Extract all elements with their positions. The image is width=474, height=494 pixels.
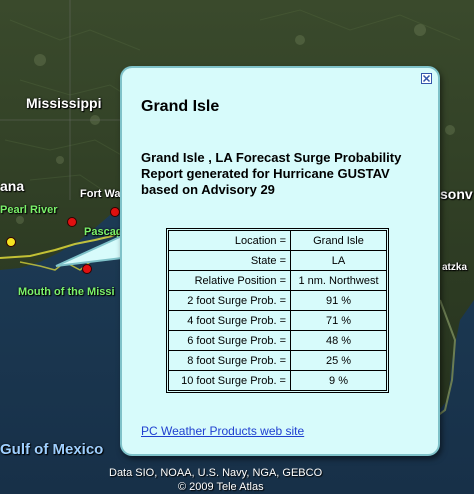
- row-value: 9 %: [290, 370, 387, 391]
- row-key: 4 foot Surge Prob. =: [168, 310, 291, 331]
- table-row: 6 foot Surge Prob. = 48 %: [168, 330, 387, 351]
- row-value: 71 %: [290, 310, 387, 331]
- storm-marker[interactable]: [82, 264, 92, 274]
- row-value: 25 %: [290, 350, 387, 371]
- table-row: 10 foot Surge Prob. = 9 %: [168, 370, 387, 391]
- table-row: Location = Grand Isle: [168, 230, 387, 251]
- table-row: 2 foot Surge Prob. = 91 %: [168, 290, 387, 311]
- row-value: 1 nm. Northwest: [290, 270, 387, 291]
- map-label-pearl-river: Pearl River: [0, 204, 58, 216]
- row-key: 6 foot Surge Prob. =: [168, 330, 291, 351]
- row-key: 2 foot Surge Prob. =: [168, 290, 291, 311]
- row-key: 10 foot Surge Prob. =: [168, 370, 291, 391]
- map-attribution-data: Data SIO, NOAA, U.S. Navy, NGA, GEBCO: [109, 467, 323, 479]
- report-heading: Grand Isle , LA Forecast Surge Probabili…: [141, 150, 402, 197]
- row-value: 91 %: [290, 290, 387, 311]
- map-attribution-copyright: © 2009 Tele Atlas: [178, 481, 264, 493]
- close-button[interactable]: [421, 73, 432, 84]
- row-key: State =: [168, 250, 291, 271]
- row-value: Grand Isle: [290, 230, 387, 251]
- map-label-atzka: atzka: [442, 262, 468, 273]
- table-row: 4 foot Surge Prob. = 71 %: [168, 310, 387, 331]
- row-value: LA: [290, 250, 387, 271]
- table-row: Relative Position = 1 nm. Northwest: [168, 270, 387, 291]
- row-key: 8 foot Surge Prob. =: [168, 350, 291, 371]
- map-label-jacksonville: sonv: [440, 186, 473, 202]
- close-x-icon: [422, 74, 431, 83]
- info-balloon: Grand Isle Grand Isle , LA Forecast Surg…: [120, 66, 440, 456]
- map-label-gulf-of-mexico: Gulf of Mexico: [0, 441, 104, 458]
- balloon-title: Grand Isle: [141, 98, 220, 115]
- row-key: Location =: [168, 230, 291, 251]
- table-row: State = LA: [168, 250, 387, 271]
- pc-weather-products-link[interactable]: PC Weather Products web site: [141, 424, 304, 438]
- surge-probability-table: Location = Grand Isle State = LA Relative …: [166, 228, 389, 393]
- map-label-mississippi: Mississippi: [26, 95, 102, 111]
- map-label-pascagoula: Pascag: [84, 226, 123, 238]
- map-label-mouth-of-mississippi: Mouth of the Missi: [18, 286, 115, 298]
- table-row: 8 foot Surge Prob. = 25 %: [168, 350, 387, 371]
- storm-marker[interactable]: [67, 217, 77, 227]
- storm-marker[interactable]: [6, 237, 16, 247]
- row-value: 48 %: [290, 330, 387, 351]
- row-key: Relative Position =: [168, 270, 291, 291]
- map-label-ana: ana: [0, 178, 25, 194]
- storm-marker[interactable]: [110, 207, 120, 217]
